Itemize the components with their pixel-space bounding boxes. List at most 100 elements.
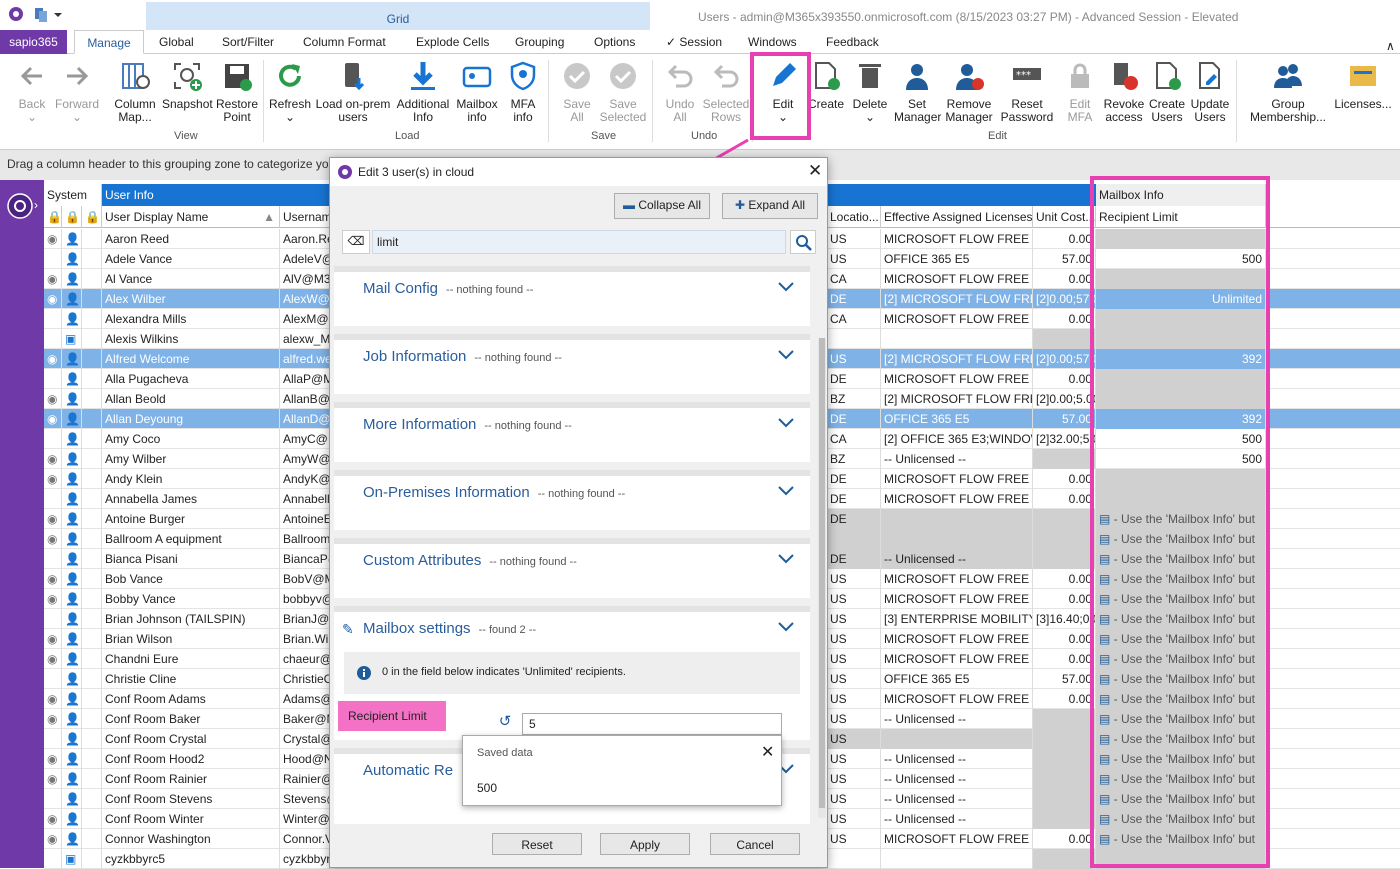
cell-username[interactable]: BrianJ@M — [280, 609, 330, 629]
lock-cell[interactable] — [82, 569, 102, 589]
user-type-icon[interactable]: 👤 — [62, 649, 82, 669]
column-unit-cost[interactable]: Unit Cost... — [1033, 206, 1096, 228]
cell-username[interactable]: AntoineE — [280, 509, 330, 529]
cell-display-name[interactable]: Christie Cline — [102, 669, 280, 689]
cell-unit-cost[interactable] — [1033, 549, 1096, 569]
user-type-icon[interactable]: 👤 — [62, 769, 82, 789]
status-icon[interactable] — [44, 249, 62, 269]
cell-display-name[interactable]: Alexis Wilkins — [102, 329, 280, 349]
cell-licenses[interactable]: -- Unlicensed -- — [881, 449, 1033, 469]
cell-username[interactable]: AmyC@ — [280, 429, 330, 449]
cell-location[interactable]: US — [827, 809, 881, 829]
section-on-premises-information[interactable]: On-Premises Information -- nothing found … — [334, 470, 810, 530]
cell-licenses[interactable]: MICROSOFT FLOW FREE — [881, 649, 1033, 669]
cell-location[interactable]: US — [827, 689, 881, 709]
cell-display-name[interactable]: Amy Coco — [102, 429, 280, 449]
user-type-icon[interactable]: 👤 — [62, 749, 82, 769]
cell-licenses[interactable]: MICROSOFT FLOW FREE — [881, 589, 1033, 609]
user-type-icon[interactable]: 👤 — [62, 829, 82, 849]
cell-display-name[interactable]: Alex Wilber — [102, 289, 280, 309]
status-icon[interactable]: ◉ — [44, 689, 62, 709]
lock-cell[interactable] — [82, 489, 102, 509]
set-manager-button[interactable]: Set Manager — [894, 60, 941, 124]
cell-licenses[interactable]: [2] MICROSOFT FLOW FREE; — [881, 289, 1033, 309]
cell-licenses[interactable]: -- Unlicensed -- — [881, 789, 1033, 809]
status-icon[interactable] — [44, 669, 62, 689]
save-selected-button[interactable]: Save Selected — [598, 60, 648, 124]
cell-licenses[interactable] — [881, 509, 1033, 529]
cell-location[interactable]: BZ — [827, 389, 881, 409]
snapshot-button[interactable]: Snapshot — [162, 60, 213, 111]
chevron-down-icon[interactable] — [778, 554, 794, 564]
cell-username[interactable]: AlexM@ — [280, 309, 330, 329]
lock-cell[interactable] — [82, 809, 102, 829]
cell-licenses[interactable] — [881, 849, 1033, 869]
cell-username[interactable]: Ballroom — [280, 529, 330, 549]
tab-options[interactable]: Options — [594, 30, 635, 54]
cell-unit-cost[interactable] — [1033, 449, 1096, 469]
search-button[interactable] — [790, 230, 816, 254]
cell-username[interactable]: Connor.V — [280, 829, 330, 849]
cell-unit-cost[interactable]: 0.00 — [1033, 269, 1096, 289]
cell-licenses[interactable]: MICROSOFT FLOW FREE — [881, 269, 1033, 289]
group-membership-button[interactable]: Group Membership... — [1242, 60, 1334, 124]
cell-location[interactable]: US — [827, 629, 881, 649]
cell-unit-cost[interactable]: 0.00 — [1033, 589, 1096, 609]
cell-username[interactable]: Aaron.Re — [280, 229, 330, 249]
cell-username[interactable]: AndyK@ — [280, 469, 330, 489]
cancel-button[interactable]: Cancel — [710, 833, 800, 855]
user-type-icon[interactable]: 👤 — [62, 709, 82, 729]
cell-display-name[interactable]: Alexandra Mills — [102, 309, 280, 329]
lock-icon[interactable]: 🔒 — [44, 206, 62, 228]
lock-cell[interactable] — [82, 449, 102, 469]
cell-unit-cost[interactable]: 57.00 — [1033, 669, 1096, 689]
user-type-icon[interactable]: 👤 — [62, 549, 82, 569]
cell-location[interactable] — [827, 329, 881, 349]
recipient-limit-input[interactable]: 5 — [522, 713, 782, 735]
cell-display-name[interactable]: Antoine Burger — [102, 509, 280, 529]
user-type-icon[interactable]: 👤 — [62, 429, 82, 449]
cell-display-name[interactable]: Connor Washington — [102, 829, 280, 849]
cell-location[interactable]: US — [827, 589, 881, 609]
remove-manager-button[interactable]: Remove Manager — [942, 60, 996, 124]
cell-display-name[interactable]: Conf Room Winter — [102, 809, 280, 829]
cell-licenses[interactable]: MICROSOFT FLOW FREE — [881, 469, 1033, 489]
cell-username[interactable]: Brian.Wi — [280, 629, 330, 649]
cell-location[interactable]: US — [827, 249, 881, 269]
cell-licenses[interactable]: OFFICE 365 E5 — [881, 249, 1033, 269]
user-type-icon[interactable]: 👤 — [62, 249, 82, 269]
cell-licenses[interactable]: OFFICE 365 E5 — [881, 669, 1033, 689]
cell-display-name[interactable]: Alfred Welcome — [102, 349, 280, 369]
lock-cell[interactable] — [82, 689, 102, 709]
cell-location[interactable]: CA — [827, 429, 881, 449]
cell-location[interactable]: US — [827, 649, 881, 669]
lock-cell[interactable] — [82, 629, 102, 649]
lock-cell[interactable] — [82, 669, 102, 689]
cell-licenses[interactable]: MICROSOFT FLOW FREE — [881, 489, 1033, 509]
cell-location[interactable]: US — [827, 709, 881, 729]
mfa-info-button[interactable]: MFA info — [502, 60, 544, 124]
cell-username[interactable]: cyzkbbyr — [280, 849, 330, 869]
cell-username[interactable]: bobbyv@ — [280, 589, 330, 609]
cell-display-name[interactable]: Amy Wilber — [102, 449, 280, 469]
lock-cell[interactable] — [82, 429, 102, 449]
user-type-icon[interactable]: 👤 — [62, 489, 82, 509]
cell-location[interactable]: DE — [827, 409, 881, 429]
expand-chevron-icon[interactable]: › — [34, 198, 38, 212]
cell-display-name[interactable]: cyzkbbyrc5 — [102, 849, 280, 869]
cell-username[interactable]: AlexW@ — [280, 289, 330, 309]
user-type-icon[interactable]: 👤 — [62, 369, 82, 389]
cell-username[interactable]: BiancaP@ — [280, 549, 330, 569]
cell-display-name[interactable]: Conf Room Hood2 — [102, 749, 280, 769]
cell-display-name[interactable]: Allan Beold — [102, 389, 280, 409]
tab-explode-cells[interactable]: Explode Cells — [416, 30, 489, 54]
status-icon[interactable]: ◉ — [44, 589, 62, 609]
cell-licenses[interactable]: -- Unlicensed -- — [881, 749, 1033, 769]
create-users-button[interactable]: Create Users — [1146, 60, 1188, 124]
cell-unit-cost[interactable]: [3]16.40;0.0 — [1033, 609, 1096, 629]
dialog-scrollbar[interactable] — [818, 338, 826, 818]
tab-manage[interactable]: Manage — [74, 30, 144, 54]
status-icon[interactable]: ◉ — [44, 709, 62, 729]
cell-licenses[interactable]: MICROSOFT FLOW FREE — [881, 829, 1033, 849]
create-button[interactable]: Create — [806, 60, 846, 111]
